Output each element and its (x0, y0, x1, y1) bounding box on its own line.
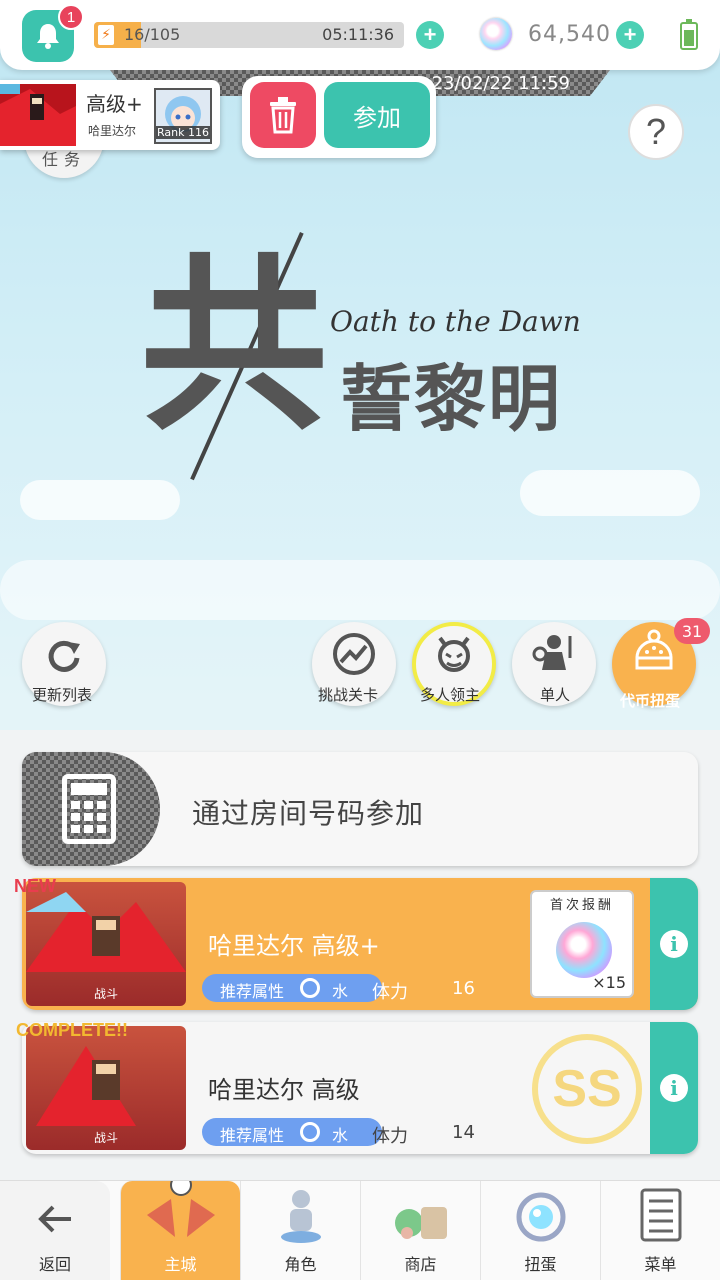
quest-boss-image: 战斗 (26, 882, 186, 1006)
attribute-value: 水 (332, 1126, 349, 1145)
attribute-label: 推荐属性 (220, 982, 285, 1001)
water-element-icon (300, 978, 320, 998)
cloud (0, 560, 720, 620)
menu-list-icon (640, 1188, 682, 1242)
nav-back-label: 返回 (38, 1255, 71, 1274)
bell-icon (37, 24, 59, 49)
join-button[interactable]: 参加 (324, 82, 430, 148)
nav-menu[interactable]: 菜单 (600, 1181, 720, 1280)
quest-card-advanced-plus[interactable]: 战斗 哈里达尔 高级+ 推荐属性 水 体力 16 首次报酬 ×15 i (22, 878, 698, 1010)
gem-count: 64,540 (528, 22, 611, 47)
first-reward-label: 首次报酬 (549, 898, 614, 913)
nav-shop-label: 商店 (404, 1255, 437, 1274)
join-by-room-label: 通过房间号码参加 (192, 797, 425, 830)
quest-title: 哈里达尔 高级 (208, 1076, 360, 1104)
gacha-capsule-icon (635, 629, 673, 670)
boss-sprite (0, 84, 76, 146)
multi-boss-label: 多人领主 (420, 686, 481, 704)
boss-sprite (26, 892, 186, 972)
arrow-left-icon (38, 1205, 71, 1233)
trash-icon (270, 97, 296, 134)
nav-menu-label: 菜单 (644, 1255, 677, 1274)
nav-character[interactable]: 角色 (240, 1181, 360, 1280)
nav-shop[interactable]: 商店 (360, 1181, 480, 1280)
room-icon-area (22, 752, 160, 866)
recommended-attribute: 推荐属性 水 (202, 1118, 382, 1146)
battery-icon (680, 19, 698, 50)
logo-main-char: 共 (140, 235, 328, 456)
first-clear-reward: 首次报酬 ×15 (530, 890, 634, 998)
castle-icon (147, 1181, 215, 1237)
logo-english: Oath to the Dawn (330, 305, 581, 338)
info-icon[interactable]: i (660, 930, 688, 958)
gem-reward-icon (556, 922, 612, 978)
gacha-orb-icon (516, 1192, 566, 1242)
battle-label: 战斗 (93, 987, 118, 1001)
recommended-attribute: 推荐属性 水 (202, 974, 382, 1002)
stamina-bar: ⚡ 16/105 05:11:36 (94, 22, 404, 48)
ss-rank-badge: SS (532, 1034, 642, 1144)
solo-warrior-icon (532, 635, 572, 670)
battle-label: 战斗 (93, 1131, 118, 1145)
challenge-stage-label: 挑战关卡 (318, 686, 379, 704)
boss-sprite (36, 1046, 136, 1126)
logo-subtitle: 誓黎明 (340, 356, 563, 441)
stamina-cost-label: 体力 (372, 1126, 408, 1147)
stamina-cost-label: 体力 (372, 982, 408, 1003)
boss-demon-icon (438, 636, 470, 672)
lightning-icon: ⚡ (98, 25, 114, 45)
question-mark-icon: ? (645, 111, 667, 152)
quest-info-strip: i (650, 1022, 698, 1154)
cloud (20, 480, 180, 520)
add-stamina-button[interactable]: + (416, 21, 444, 49)
add-gems-button[interactable]: + (616, 21, 644, 49)
attribute-label: 推荐属性 (220, 1126, 285, 1145)
stamina-cost: 16 (452, 978, 475, 999)
boss-thumbnail (0, 84, 76, 146)
top-status-bar: 1 ⚡ 16/105 05:11:36 + 64,540 + (0, 0, 720, 70)
refresh-list-label: 更新列表 (32, 686, 93, 704)
event-period-text: 23/02/22 11:59 (431, 73, 570, 94)
complete-tag: COMPLETE!! (16, 1020, 128, 1040)
gem-icon (480, 18, 512, 50)
keypad-grid (71, 783, 107, 833)
bottom-navigation: 返回 主城 角色 商店 扭蛋 菜单 (0, 1180, 720, 1280)
nav-gacha-label: 扭蛋 (524, 1255, 557, 1274)
join-by-room-number-button[interactable]: 通过房间号码参加 (22, 752, 698, 866)
reward-quantity: ×15 (592, 973, 626, 992)
recruit-card[interactable]: 高级+ 哈里达尔 Rank 116 (0, 80, 220, 150)
recruit-host: 哈里达尔 (88, 124, 137, 138)
quest-info-strip: i (650, 878, 698, 1010)
nav-home-label: 主城 (164, 1255, 197, 1274)
token-gacha-label: 代币扭蛋 (620, 692, 681, 710)
quest-card-advanced[interactable]: 战斗 哈里达尔 高级 推荐属性 水 体力 14 SS i (22, 1022, 698, 1154)
dismiss-button[interactable] (250, 82, 316, 148)
info-icon[interactable]: i (660, 1074, 688, 1102)
stamina-timer: 05:11:36 (322, 25, 394, 44)
quest-boss-image: 战斗 (26, 1026, 186, 1150)
water-element-icon (300, 1122, 320, 1142)
nav-character-label: 角色 (284, 1255, 317, 1274)
nav-gacha[interactable]: 扭蛋 (480, 1181, 600, 1280)
notification-badge: 1 (58, 4, 84, 30)
stamina-cost: 14 (452, 1122, 475, 1143)
stamina-value: 16/105 (124, 25, 181, 44)
new-tag: NEW (14, 876, 56, 896)
challenge-icon (333, 633, 375, 675)
keypad-icon (62, 774, 116, 844)
nav-back[interactable]: 返回 (0, 1181, 110, 1280)
character-icon (281, 1190, 321, 1243)
nav-home[interactable]: 主城 (120, 1181, 240, 1280)
token-count-badge: 31 (674, 618, 710, 644)
cloud (520, 470, 700, 516)
help-button[interactable]: ? (628, 104, 684, 160)
recruit-difficulty: 高级+ (86, 92, 143, 116)
host-rank: Rank 116 (156, 126, 210, 139)
quest-title: 哈里达尔 高级+ (208, 932, 380, 960)
solo-label: 单人 (540, 686, 571, 704)
shop-bag-icon (395, 1207, 447, 1239)
refresh-icon (48, 640, 80, 672)
attribute-value: 水 (332, 982, 349, 1001)
